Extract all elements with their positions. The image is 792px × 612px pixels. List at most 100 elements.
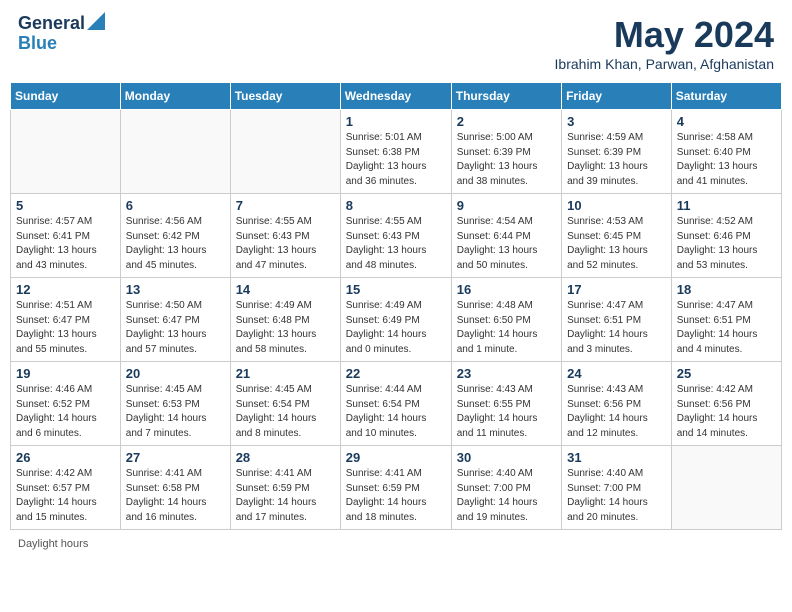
calendar-cell: 7 Sunrise: 4:55 AM Sunset: 6:43 PM Daylig…	[230, 194, 340, 278]
day-info: Sunrise: 4:46 AM Sunset: 6:52 PM Dayligh…	[16, 383, 115, 441]
day-number: 21	[236, 366, 335, 381]
page-header: General Blue May 2024 Ibrahim Khan, Parw…	[10, 10, 782, 76]
day-number: 1	[346, 114, 446, 129]
day-info: Sunrise: 4:41 AM Sunset: 6:59 PM Dayligh…	[346, 467, 446, 525]
calendar-cell: 3 Sunrise: 4:59 AM Sunset: 6:39 PM Daylig…	[562, 110, 672, 194]
day-info: Sunrise: 4:49 AM Sunset: 6:49 PM Dayligh…	[346, 299, 446, 357]
week-row-3: 12Sunrise: 4:51 AM Sunset: 6:47 PM Dayli…	[11, 278, 782, 362]
day-number: 10	[567, 198, 666, 213]
day-info: Sunrise: 4:40 AM Sunset: 7:00 PM Dayligh…	[457, 467, 556, 525]
calendar-cell: 24Sunrise: 4:43 AM Sunset: 6:56 PM Dayli…	[562, 362, 672, 446]
calendar-cell: 11 Sunrise: 4:52 AM Sunset: 6:46 PM Dayli…	[671, 194, 781, 278]
day-number: 2	[457, 114, 556, 129]
day-number: 11	[677, 198, 776, 213]
calendar-cell: 23 Sunrise: 4:43 AM Sunset: 6:55 PM Dayli…	[451, 362, 561, 446]
day-info: Sunrise: 4:54 AM Sunset: 6:44 PM Dayligh…	[457, 215, 556, 273]
day-info: Sunrise: 4:52 AM Sunset: 6:46 PM Dayligh…	[677, 215, 776, 273]
calendar-cell: 17Sunrise: 4:47 AM Sunset: 6:51 PM Dayli…	[562, 278, 672, 362]
day-info: Sunrise: 4:43 AM Sunset: 6:55 PM Dayligh…	[457, 383, 556, 441]
day-info: Sunrise: 4:42 AM Sunset: 6:56 PM Dayligh…	[677, 383, 776, 441]
calendar-cell: 6 Sunrise: 4:56 AM Sunset: 6:42 PM Daylig…	[120, 194, 230, 278]
calendar-cell: 2Sunrise: 5:00 AM Sunset: 6:39 PM Daylig…	[451, 110, 561, 194]
day-info: Sunrise: 4:48 AM Sunset: 6:50 PM Dayligh…	[457, 299, 556, 357]
calendar-header-friday: Friday	[562, 83, 672, 110]
day-info: Sunrise: 5:01 AM Sunset: 6:38 PM Dayligh…	[346, 131, 446, 189]
logo: General Blue	[18, 14, 105, 54]
calendar-cell: 20Sunrise: 4:45 AM Sunset: 6:53 PM Dayli…	[120, 362, 230, 446]
day-number: 13	[126, 282, 225, 297]
day-number: 20	[126, 366, 225, 381]
calendar-cell: 22Sunrise: 4:44 AM Sunset: 6:54 PM Dayli…	[340, 362, 451, 446]
day-number: 7	[236, 198, 335, 213]
day-number: 6	[126, 198, 225, 213]
day-number: 3	[567, 114, 666, 129]
title-block: May 2024 Ibrahim Khan, Parwan, Afghanist…	[555, 14, 774, 72]
calendar-cell: 15 Sunrise: 4:49 AM Sunset: 6:49 PM Dayli…	[340, 278, 451, 362]
day-number: 31	[567, 450, 666, 465]
calendar-header-monday: Monday	[120, 83, 230, 110]
day-number: 15	[346, 282, 446, 297]
calendar-cell: 5 Sunrise: 4:57 AM Sunset: 6:41 PM Daylig…	[11, 194, 121, 278]
calendar-cell: 31 Sunrise: 4:40 AM Sunset: 7:00 PM Dayli…	[562, 446, 672, 530]
calendar-cell: 10Sunrise: 4:53 AM Sunset: 6:45 PM Dayli…	[562, 194, 672, 278]
day-info: Sunrise: 4:40 AM Sunset: 7:00 PM Dayligh…	[567, 467, 666, 525]
calendar-cell: 27Sunrise: 4:41 AM Sunset: 6:58 PM Dayli…	[120, 446, 230, 530]
day-info: Sunrise: 4:42 AM Sunset: 6:57 PM Dayligh…	[16, 467, 115, 525]
footer: Daylight hours	[10, 538, 782, 550]
calendar-cell: 12Sunrise: 4:51 AM Sunset: 6:47 PM Dayli…	[11, 278, 121, 362]
week-row-5: 26 Sunrise: 4:42 AM Sunset: 6:57 PM Dayli…	[11, 446, 782, 530]
day-number: 24	[567, 366, 666, 381]
day-number: 9	[457, 198, 556, 213]
day-info: Sunrise: 4:56 AM Sunset: 6:42 PM Dayligh…	[126, 215, 225, 273]
day-info: Sunrise: 4:44 AM Sunset: 6:54 PM Dayligh…	[346, 383, 446, 441]
day-info: Sunrise: 4:55 AM Sunset: 6:43 PM Dayligh…	[346, 215, 446, 273]
day-number: 17	[567, 282, 666, 297]
daylight-hours-label: Daylight hours	[18, 538, 88, 550]
day-number: 29	[346, 450, 446, 465]
day-info: Sunrise: 4:55 AM Sunset: 6:43 PM Dayligh…	[236, 215, 335, 273]
logo-blue: Blue	[18, 33, 57, 53]
calendar-cell: 4Sunrise: 4:58 AM Sunset: 6:40 PM Daylig…	[671, 110, 781, 194]
logo-text-block: General Blue	[18, 14, 105, 54]
day-info: Sunrise: 4:57 AM Sunset: 6:41 PM Dayligh…	[16, 215, 115, 273]
calendar-cell: 28 Sunrise: 4:41 AM Sunset: 6:59 PM Dayli…	[230, 446, 340, 530]
calendar-cell: 21 Sunrise: 4:45 AM Sunset: 6:54 PM Dayli…	[230, 362, 340, 446]
day-number: 14	[236, 282, 335, 297]
calendar-cell: 1 Sunrise: 5:01 AM Sunset: 6:38 PM Daylig…	[340, 110, 451, 194]
calendar-cell: 16 Sunrise: 4:48 AM Sunset: 6:50 PM Dayli…	[451, 278, 561, 362]
calendar-cell: 29 Sunrise: 4:41 AM Sunset: 6:59 PM Dayli…	[340, 446, 451, 530]
day-number: 18	[677, 282, 776, 297]
calendar-header-row: SundayMondayTuesdayWednesdayThursdayFrid…	[11, 83, 782, 110]
calendar-cell	[671, 446, 781, 530]
day-info: Sunrise: 4:49 AM Sunset: 6:48 PM Dayligh…	[236, 299, 335, 357]
day-number: 26	[16, 450, 115, 465]
day-number: 25	[677, 366, 776, 381]
month-title: May 2024	[555, 14, 774, 56]
day-number: 16	[457, 282, 556, 297]
calendar-header-thursday: Thursday	[451, 83, 561, 110]
day-info: Sunrise: 4:59 AM Sunset: 6:39 PM Dayligh…	[567, 131, 666, 189]
calendar-cell: 30 Sunrise: 4:40 AM Sunset: 7:00 PM Dayli…	[451, 446, 561, 530]
day-number: 27	[126, 450, 225, 465]
day-info: Sunrise: 4:41 AM Sunset: 6:59 PM Dayligh…	[236, 467, 335, 525]
day-info: Sunrise: 4:50 AM Sunset: 6:47 PM Dayligh…	[126, 299, 225, 357]
day-number: 8	[346, 198, 446, 213]
logo-triangle-icon	[87, 12, 105, 30]
calendar-cell: 8 Sunrise: 4:55 AM Sunset: 6:43 PM Daylig…	[340, 194, 451, 278]
day-number: 28	[236, 450, 335, 465]
calendar-header-sunday: Sunday	[11, 83, 121, 110]
week-row-2: 5 Sunrise: 4:57 AM Sunset: 6:41 PM Daylig…	[11, 194, 782, 278]
calendar-header-wednesday: Wednesday	[340, 83, 451, 110]
day-info: Sunrise: 4:51 AM Sunset: 6:47 PM Dayligh…	[16, 299, 115, 357]
day-number: 30	[457, 450, 556, 465]
calendar-cell	[230, 110, 340, 194]
day-info: Sunrise: 4:45 AM Sunset: 6:54 PM Dayligh…	[236, 383, 335, 441]
week-row-4: 19 Sunrise: 4:46 AM Sunset: 6:52 PM Dayli…	[11, 362, 782, 446]
day-number: 5	[16, 198, 115, 213]
day-number: 4	[677, 114, 776, 129]
calendar-cell: 13 Sunrise: 4:50 AM Sunset: 6:47 PM Dayli…	[120, 278, 230, 362]
calendar-cell: 25 Sunrise: 4:42 AM Sunset: 6:56 PM Dayli…	[671, 362, 781, 446]
day-number: 23	[457, 366, 556, 381]
day-number: 19	[16, 366, 115, 381]
calendar-cell: 14 Sunrise: 4:49 AM Sunset: 6:48 PM Dayli…	[230, 278, 340, 362]
